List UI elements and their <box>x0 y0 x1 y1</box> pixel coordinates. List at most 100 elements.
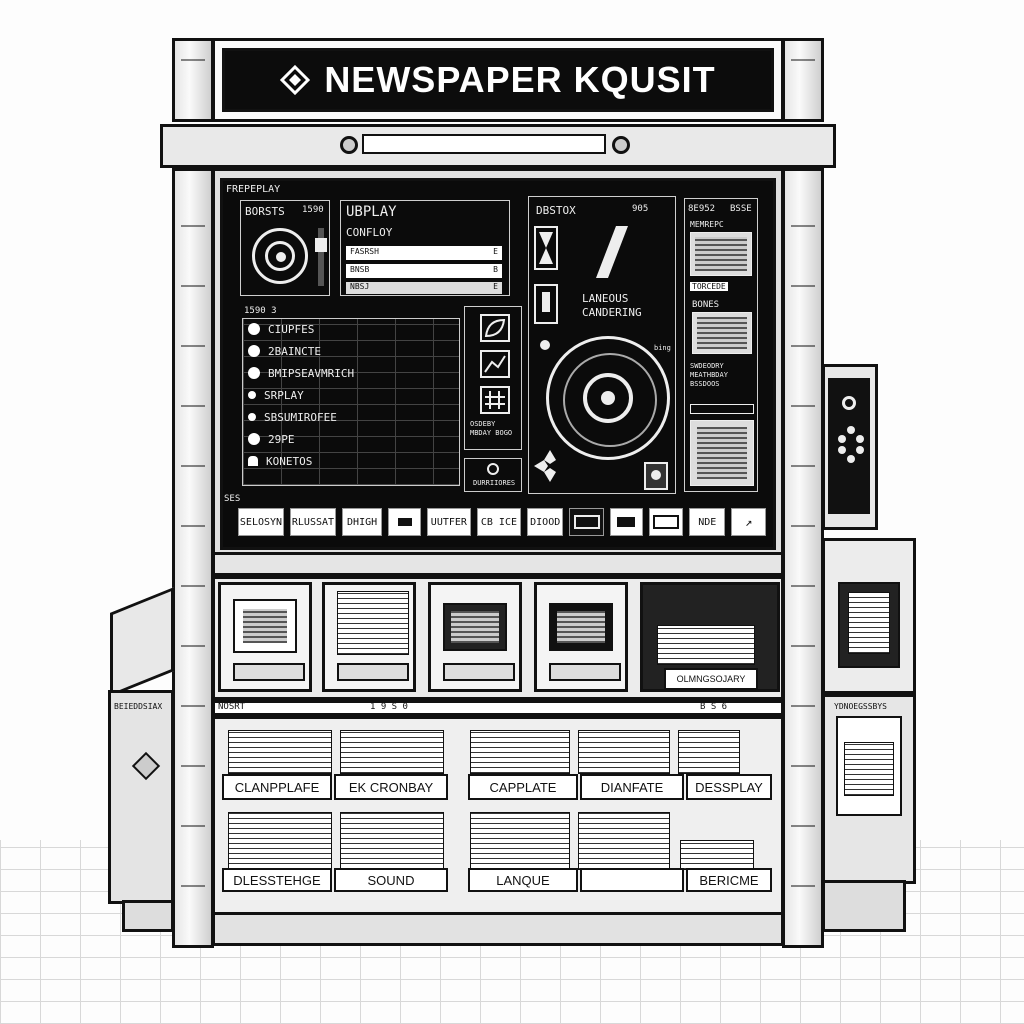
newspaper-stack[interactable] <box>228 812 332 870</box>
bell-icon <box>248 456 258 466</box>
shelf-label: CAPPLATE <box>468 774 578 800</box>
display-settings-title: UBPLAY <box>346 204 397 220</box>
newspaper-slot-3[interactable] <box>428 582 522 692</box>
volume-slider[interactable] <box>315 228 327 286</box>
shelf-mark-3: B S 6 <box>700 702 728 712</box>
bottom-menu-button[interactable]: NDE <box>689 508 726 536</box>
shelf-label: DIANFATE <box>580 774 684 800</box>
news-thumbnail-2[interactable] <box>692 312 752 354</box>
target-dial-icon[interactable] <box>252 228 308 284</box>
hourglass-icon[interactable] <box>534 226 558 270</box>
right-side-rack[interactable] <box>836 716 902 816</box>
control-panel-title: BORSTS <box>245 205 285 218</box>
screen-lower-beam <box>212 552 784 576</box>
news-panel-tag: BSSE <box>730 204 752 214</box>
bottom-menu-button[interactable]: UUTFER <box>426 508 471 536</box>
newspaper-slot-4[interactable] <box>534 582 628 692</box>
icon-column-caption: OSDEBY MBDAY BOGO <box>470 420 513 437</box>
newspaper-stack[interactable] <box>680 840 754 870</box>
bottom-menu-button[interactable]: ↗ <box>731 508 766 536</box>
left-side-top <box>110 587 174 697</box>
left-side-base <box>122 900 174 932</box>
keypad-icon <box>836 424 866 464</box>
settings-field-2[interactable]: BNSB B <box>346 264 502 278</box>
menu-item[interactable]: KONETOS <box>248 450 458 472</box>
menu-item[interactable]: 2BAINCTE <box>248 340 458 362</box>
frame-icon <box>652 515 679 529</box>
menu-item[interactable]: 29PE <box>248 428 458 450</box>
newspaper-stack[interactable] <box>340 812 444 870</box>
side-monitor-screen[interactable] <box>828 378 870 514</box>
news-thumbnail-3[interactable] <box>690 420 754 486</box>
diagonal-logo-icon <box>596 226 628 278</box>
bullet-icon <box>248 323 260 335</box>
bottom-menu-button[interactable]: DIOOD <box>526 508 564 536</box>
right-side-window[interactable] <box>838 582 900 668</box>
diamond-logo-icon <box>280 64 311 96</box>
bottom-menu-button[interactable] <box>609 508 643 536</box>
news-label-d: SWDEODRY MEATHBDAY BSSDOOS <box>690 362 728 388</box>
leaf-icon[interactable] <box>480 314 510 342</box>
news-label-b: TORCEDE <box>690 282 728 291</box>
kiosk-banner: NEWSPAPER KQUSIT <box>222 48 774 112</box>
bottom-menu-button[interactable]: RLUSSAT <box>289 508 336 536</box>
newspaper-stack[interactable] <box>340 730 444 774</box>
menu-header: 1590 3 <box>244 306 277 316</box>
left-side-label: BEIEDDSIAX <box>114 702 163 711</box>
settings-field-1[interactable]: FASRSH E <box>346 246 502 260</box>
shelf-label: DESSPLAY <box>686 774 772 800</box>
bottom-menu-button[interactable]: SELOSYN <box>238 508 284 536</box>
shelf-label: LANQUE <box>468 868 578 892</box>
news-indicator-bar <box>690 404 754 414</box>
shelf-label: DLESSTEHGE <box>222 868 332 892</box>
bullet-icon <box>248 345 260 357</box>
dpad-icon[interactable] <box>532 448 568 484</box>
jog-dial[interactable] <box>546 336 670 460</box>
menu-item[interactable]: SRPLAY <box>248 384 458 406</box>
bottom-menu-button[interactable] <box>569 508 604 536</box>
left-top-cap <box>172 38 214 122</box>
footer-button[interactable]: DURRIIORES <box>464 458 522 492</box>
news-label-c: BONES <box>692 300 720 310</box>
device-icon[interactable] <box>534 284 558 324</box>
chart-icon[interactable] <box>480 350 510 378</box>
shelf-label <box>580 868 684 892</box>
banner-title: NEWSPAPER KQUSIT <box>324 59 716 100</box>
screen-corner-label: FREPEPLAY <box>226 184 281 195</box>
bullet-icon <box>248 413 256 421</box>
media-panel-number: 905 <box>632 204 649 214</box>
newspaper-slot-2[interactable] <box>322 582 416 692</box>
camera-icon[interactable] <box>644 462 668 490</box>
menu-item[interactable]: SBSUMIROFEE <box>248 406 458 428</box>
newspaper-stack[interactable] <box>228 730 332 774</box>
media-label-a: LANEOUS <box>582 292 629 305</box>
right-side-label: YDNOEGSSBYS <box>834 702 887 711</box>
right-pillar <box>782 168 824 948</box>
bottom-menu-button[interactable]: CB ICE <box>476 508 521 536</box>
settings-field-3[interactable]: NBSJ E <box>346 282 502 294</box>
newspaper-stack[interactable] <box>578 812 670 870</box>
printer-icon <box>397 518 412 526</box>
bottom-menu-button[interactable] <box>388 508 421 536</box>
menu-item[interactable]: CIUPFES <box>248 318 458 340</box>
news-thumbnail-1[interactable] <box>690 232 752 276</box>
coin-slot[interactable] <box>362 134 606 154</box>
beam-left-screw-icon <box>340 136 358 154</box>
slash-icon <box>617 517 636 527</box>
menu-item[interactable]: BMIPSEAVMRICH <box>248 362 458 384</box>
newspaper-stack[interactable] <box>678 730 740 774</box>
menu-list: CIUPFES 2BAINCTE BMIPSEAVMRICH SRPLAY SB… <box>248 318 458 472</box>
newspaper-stack[interactable] <box>470 730 570 774</box>
left-side-cabinet <box>108 690 174 904</box>
circle-small-icon <box>540 340 550 350</box>
newspaper-stack[interactable] <box>470 812 570 870</box>
newspaper-slot-1[interactable] <box>218 582 312 692</box>
media-label-b: CANDERING <box>582 306 642 319</box>
media-panel-title: DBSTOX <box>536 204 576 217</box>
newspaper-stack[interactable] <box>578 730 670 774</box>
bottom-menu-button[interactable]: DHIGH <box>341 508 383 536</box>
shelf-label: SOUND <box>334 868 448 892</box>
hash-icon[interactable] <box>480 386 510 414</box>
media-side-label: bing <box>654 344 671 352</box>
bottom-menu-button[interactable] <box>648 508 684 536</box>
